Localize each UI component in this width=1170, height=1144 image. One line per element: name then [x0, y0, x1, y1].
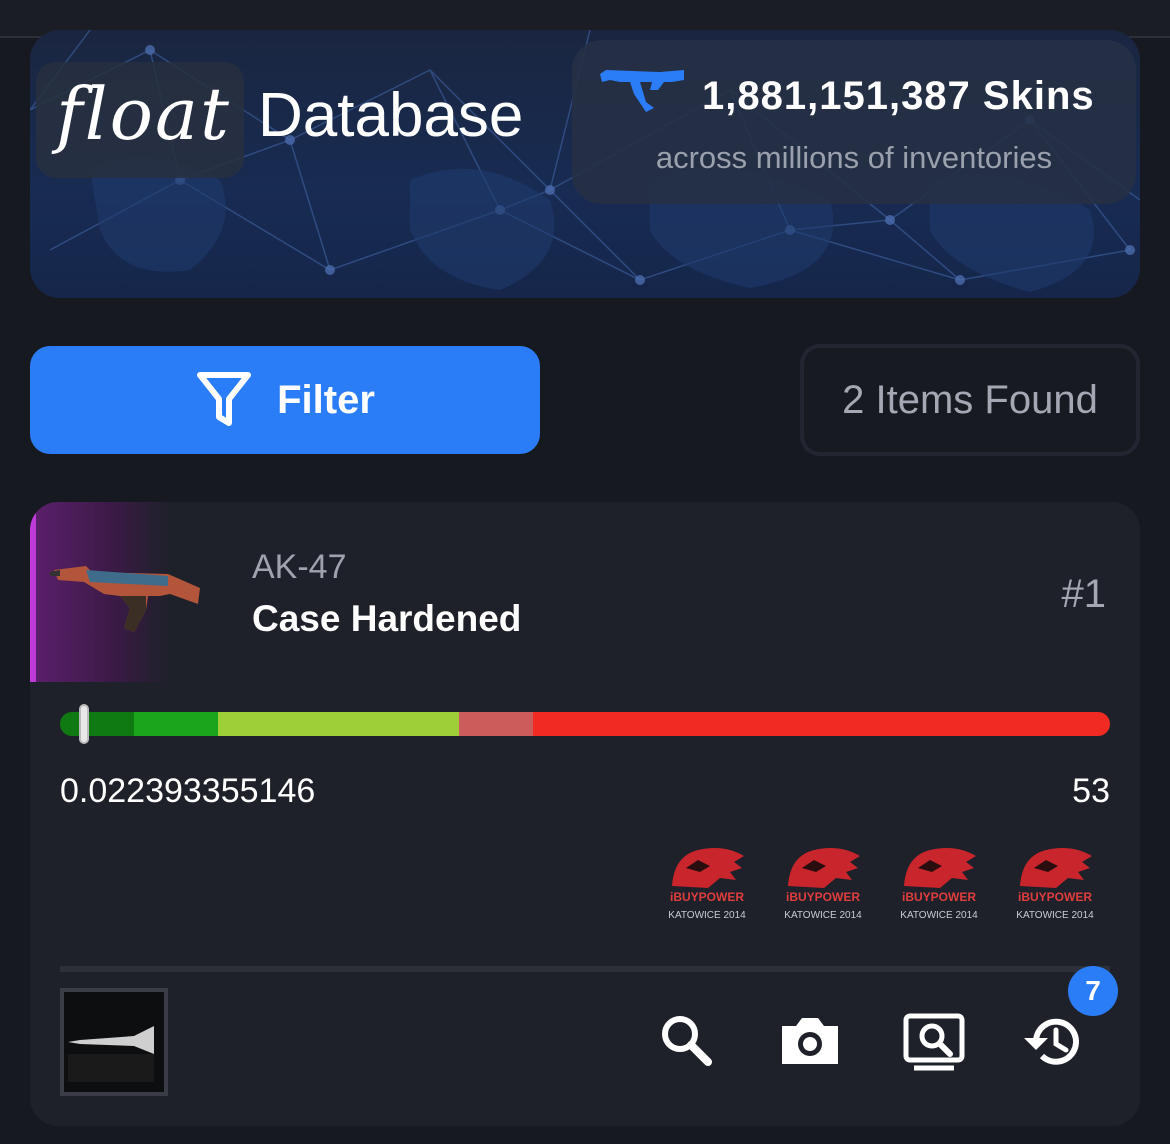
wear-segment [217, 712, 459, 736]
sticker-name: iBUYPOWER [1017, 890, 1092, 904]
charm-image [68, 1026, 154, 1082]
pattern-value: 53 [1072, 772, 1110, 810]
sticker-name: iBUYPOWER [901, 890, 976, 904]
sticker[interactable]: iBUYPOWER KATOWICE 2014 [780, 842, 866, 928]
wear-segment [532, 712, 1110, 736]
logo-badge[interactable]: float [36, 62, 244, 178]
ibuypower-logo-icon [1020, 848, 1092, 888]
wear-bar [60, 712, 1110, 736]
logo-subtitle: Database [258, 81, 524, 150]
skin-name: Case Hardened [252, 598, 522, 639]
filter-icon [197, 372, 252, 426]
ibuypower-logo-icon [672, 848, 744, 888]
sticker-row: iBUYPOWER KATOWICE 2014 iBUYPOWER KATOWICE … [664, 842, 1098, 928]
weapon-name: AK-47 [252, 548, 347, 586]
camera-icon[interactable] [778, 1012, 842, 1068]
wear-segment [459, 712, 533, 736]
sticker[interactable]: iBUYPOWER KATOWICE 2014 [896, 842, 982, 928]
history-icon[interactable] [1022, 1012, 1086, 1072]
result-card[interactable]: AK-47 Case Hardened #1 0.022393355146 53… [30, 502, 1140, 1126]
sticker-name: iBUYPOWER [785, 890, 860, 904]
charm-thumbnail[interactable] [60, 988, 168, 1096]
float-value: 0.022393355146 [60, 772, 316, 810]
skins-stats-panel: 1,881,151,387 Skins across millions of i… [572, 40, 1136, 204]
sticker[interactable]: iBUYPOWER KATOWICE 2014 [1012, 842, 1098, 928]
filter-button[interactable]: Filter [30, 346, 540, 454]
skins-count: 1,881,151,387 Skins [702, 74, 1095, 118]
sticker-event: KATOWICE 2014 [900, 910, 978, 921]
sticker[interactable]: iBUYPOWER KATOWICE 2014 [664, 842, 750, 928]
items-found-label: 2 Items Found [842, 377, 1098, 422]
history-count-badge: 7 [1068, 966, 1118, 1016]
wear-segment [60, 712, 134, 736]
divider [60, 966, 1110, 972]
ibuypower-logo-icon [788, 848, 860, 888]
item-thumbnail[interactable] [30, 502, 200, 682]
search-icon[interactable] [658, 1012, 714, 1068]
ibuypower-logo-icon [904, 848, 976, 888]
sticker-name: iBUYPOWER [669, 890, 744, 904]
skins-subtitle: across millions of inventories [655, 140, 1053, 175]
filter-label: Filter [277, 377, 375, 422]
screenshot-search-icon[interactable] [902, 1012, 966, 1074]
logo-word: float [56, 72, 231, 156]
rifle-icon [600, 70, 684, 112]
sticker-event: KATOWICE 2014 [668, 910, 746, 921]
items-found-box: 2 Items Found [800, 344, 1140, 456]
ak47-image [50, 566, 200, 632]
wear-segment [133, 712, 218, 736]
sticker-event: KATOWICE 2014 [1016, 910, 1094, 921]
sticker-event: KATOWICE 2014 [784, 910, 862, 921]
rank-label: #1 [1061, 572, 1107, 616]
float-marker [78, 704, 89, 744]
hero-banner: float Database 1,881,151,387 Skins acros… [30, 30, 1140, 298]
